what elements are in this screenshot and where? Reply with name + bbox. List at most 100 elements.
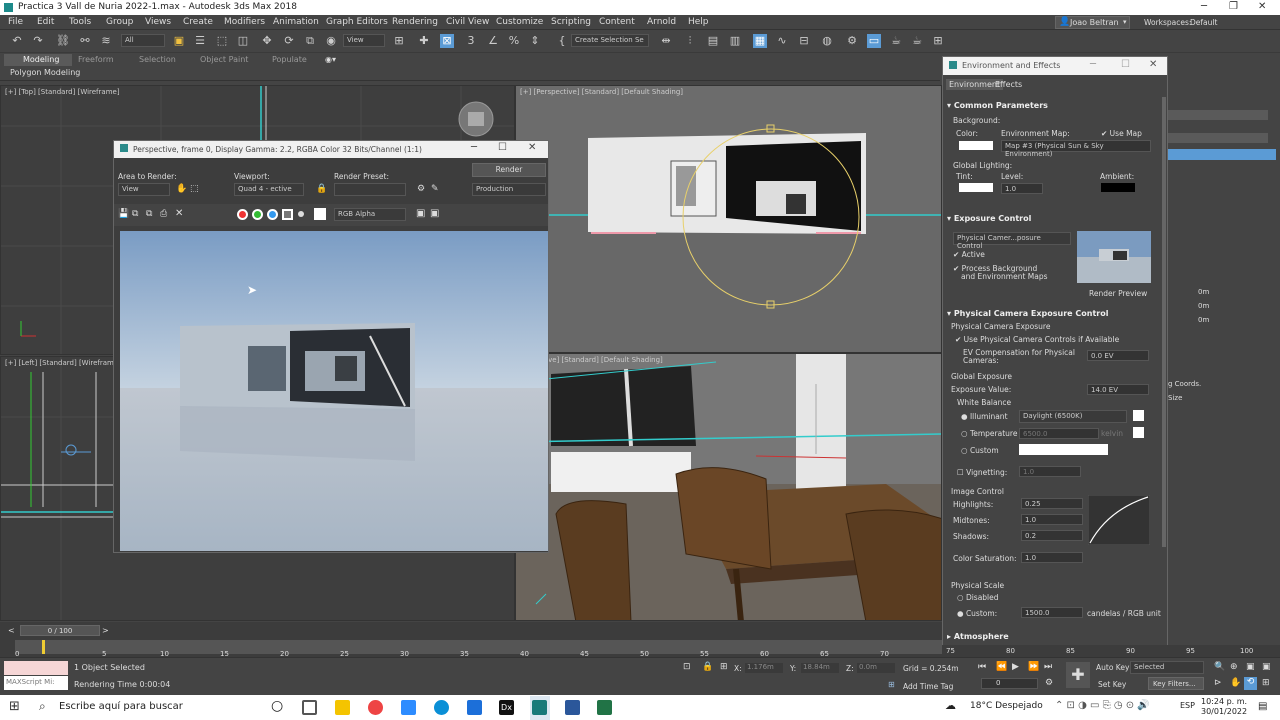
render-maximize-icon[interactable]: ☐ xyxy=(498,142,507,153)
temperature-swatch[interactable] xyxy=(1133,427,1144,438)
custom-scale-radio[interactable]: ● Custom: xyxy=(957,609,997,618)
disabled-radio[interactable]: ○ Disabled xyxy=(957,593,999,602)
edit-region-icon[interactable]: ✋ xyxy=(176,184,187,194)
ribbon-options-icon[interactable]: ◉▾ xyxy=(325,55,336,64)
unlink-icon[interactable]: ⚯ xyxy=(78,34,92,48)
weather-text[interactable]: 18°C Despejado xyxy=(970,701,1043,711)
select-object-icon[interactable]: ▣ xyxy=(172,34,186,48)
maxscript-mini-listener[interactable]: MAXScript Mi: xyxy=(4,676,68,690)
align-icon[interactable]: ⫶ xyxy=(683,34,697,48)
x-coord-field[interactable]: 1.176m xyxy=(745,663,783,673)
user-account[interactable]: 👤 Joao Beltran ▾ xyxy=(1055,16,1130,29)
viewport-left-label[interactable]: [+] [Left] [Standard] [Wirefram xyxy=(5,359,114,367)
maximize-viewport-icon[interactable]: ⊞ xyxy=(1262,678,1270,688)
vignetting-checkbox[interactable]: ☐ Vignetting: xyxy=(957,468,1007,477)
angle-snap-icon[interactable]: ∠ xyxy=(486,34,500,48)
ambient-color-swatch[interactable] xyxy=(1101,183,1135,192)
task-view-icon[interactable] xyxy=(302,700,317,715)
current-frame-field[interactable]: 0 xyxy=(981,678,1038,689)
exposure-control-header[interactable]: ▾ Exposure Control xyxy=(947,214,1159,226)
highlights-spinner[interactable]: 0.25 xyxy=(1021,498,1083,509)
render-minimize-icon[interactable]: ─ xyxy=(471,142,477,153)
selection-filter-dropdown[interactable]: All xyxy=(121,34,165,47)
next-frame-icon[interactable]: ⏩ xyxy=(1028,662,1039,672)
panel-selected-row[interactable] xyxy=(1168,149,1276,160)
menu-rendering[interactable]: Rendering xyxy=(392,17,438,27)
illuminant-dropdown[interactable]: Daylight (6500K) xyxy=(1019,410,1127,423)
set-key-big-icon[interactable]: ✚ xyxy=(1066,662,1090,688)
custom-scale-spinner[interactable]: 1500.0 xyxy=(1021,607,1083,618)
minimize-icon[interactable]: ─ xyxy=(1201,1,1207,12)
menu-customize[interactable]: Customize xyxy=(496,17,543,27)
red-channel-icon[interactable] xyxy=(237,209,248,220)
blue-channel-icon[interactable] xyxy=(267,209,278,220)
env-scrollbar[interactable] xyxy=(1162,97,1166,547)
mirror-icon[interactable]: ⇹ xyxy=(659,34,673,48)
percent-snap-icon[interactable]: % xyxy=(507,34,521,48)
clone-window-icon[interactable]: ⧉ xyxy=(146,209,152,219)
rendered-frame-window[interactable]: Perspective, frame 0, Display Gamma: 2.2… xyxy=(113,140,549,553)
goto-start-icon[interactable]: ⏮ xyxy=(978,662,986,672)
menu-graph-editors[interactable]: Graph Editors xyxy=(326,17,388,27)
menu-tools[interactable]: Tools xyxy=(69,17,91,27)
rect-selection-icon[interactable]: ⬚ xyxy=(215,34,229,48)
taskbar-search-box[interactable]: Escribe aquí para buscar xyxy=(59,701,183,712)
select-manipulate-icon[interactable]: ✚ xyxy=(417,34,431,48)
workspace-select[interactable]: Default xyxy=(1190,18,1217,27)
use-physical-checkbox[interactable]: ✔ Use Physical Camera Controls if Availa… xyxy=(955,335,1119,344)
render-setup-small-icon[interactable]: ⚙ xyxy=(417,184,425,194)
render-iterative-icon[interactable]: ☕ xyxy=(910,34,924,48)
ref-coord-dropdown[interactable]: View xyxy=(343,34,385,47)
shadows-spinner[interactable]: 0.2 xyxy=(1021,530,1083,541)
render-production-icon[interactable]: ☕ xyxy=(889,34,903,48)
play-icon[interactable]: ▶ xyxy=(1012,662,1019,672)
area-to-render-dropdown[interactable]: View xyxy=(118,183,170,196)
language-indicator[interactable]: ESP xyxy=(1180,701,1195,710)
environment-effects-window[interactable]: Environment and Effects ─ ☐ ✕ Environmen… xyxy=(942,56,1168,648)
key-set-dropdown[interactable]: Selected xyxy=(1130,661,1204,674)
copy-image-icon[interactable]: ⧉ xyxy=(132,209,138,219)
zoom-icon[interactable]: 🔍 xyxy=(1214,662,1225,672)
timeline-next-icon[interactable]: > xyxy=(102,626,109,635)
zoom-all-icon[interactable]: ⊕ xyxy=(1230,662,1238,672)
menu-create[interactable]: Create xyxy=(183,17,213,27)
absolute-mode-icon[interactable]: ⊞ xyxy=(720,662,728,672)
time-config-icon[interactable]: ⚙ xyxy=(1045,678,1053,688)
auto-key-button[interactable]: Auto Key xyxy=(1096,663,1129,672)
dx-icon[interactable]: Dx xyxy=(499,700,514,715)
frame-buffer-icon[interactable]: ▣ xyxy=(430,208,439,219)
exposure-type-dropdown[interactable]: Physical Camer...posure Control xyxy=(953,232,1071,250)
env-minimize-icon[interactable]: ─ xyxy=(1090,59,1096,70)
selection-lock-icon[interactable]: 🔒 xyxy=(702,662,713,672)
snaps-toggle-icon[interactable]: 3 xyxy=(464,34,478,48)
mono-icon[interactable] xyxy=(298,211,304,217)
zoom-extents-all-icon[interactable]: ▣ xyxy=(1262,662,1271,672)
3dsmax-taskbar-icon[interactable] xyxy=(532,700,547,715)
render-close-icon[interactable]: ✕ xyxy=(528,142,536,153)
keyboard-shortcut-icon[interactable]: ⊠ xyxy=(440,34,454,48)
fov-icon[interactable]: ⊳ xyxy=(1214,678,1222,688)
tab-modeling[interactable]: Modeling xyxy=(23,55,59,64)
env-close-icon[interactable]: ✕ xyxy=(1149,59,1157,70)
goto-end-icon[interactable]: ⏭ xyxy=(1044,662,1052,672)
excel-icon[interactable] xyxy=(597,700,612,715)
pan-icon[interactable]: ✋ xyxy=(1230,678,1241,688)
tab-effects[interactable]: Effects xyxy=(995,80,1022,89)
atmosphere-header[interactable]: ▸ Atmosphere xyxy=(947,632,1159,644)
env-maximize-icon[interactable]: ☐ xyxy=(1121,59,1130,70)
file-explorer-icon[interactable] xyxy=(335,700,350,715)
custom-radio[interactable]: ○ Custom xyxy=(961,446,999,455)
cortana-icon[interactable]: ○ xyxy=(271,698,283,714)
save-image-icon[interactable]: 💾 xyxy=(118,209,129,219)
bind-spacewarp-icon[interactable]: ≋ xyxy=(99,34,113,48)
time-slider[interactable]: 0 / 100 xyxy=(20,625,100,636)
y-coord-field[interactable]: 18.84m xyxy=(801,663,839,673)
vignetting-spinner[interactable]: 1.0 xyxy=(1019,466,1081,477)
timeline[interactable]: < 0 / 100 > 0 5 10 15 20 25 30 35 40 45 … xyxy=(0,622,942,658)
select-by-name-icon[interactable]: ☰ xyxy=(193,34,207,48)
menu-animation[interactable]: Animation xyxy=(273,17,319,27)
prev-frame-icon[interactable]: ⏪ xyxy=(996,662,1007,672)
timeline-prev-icon[interactable]: < xyxy=(8,626,15,635)
timeline-track[interactable] xyxy=(15,640,942,654)
set-key-button[interactable]: Set Key xyxy=(1098,680,1126,689)
